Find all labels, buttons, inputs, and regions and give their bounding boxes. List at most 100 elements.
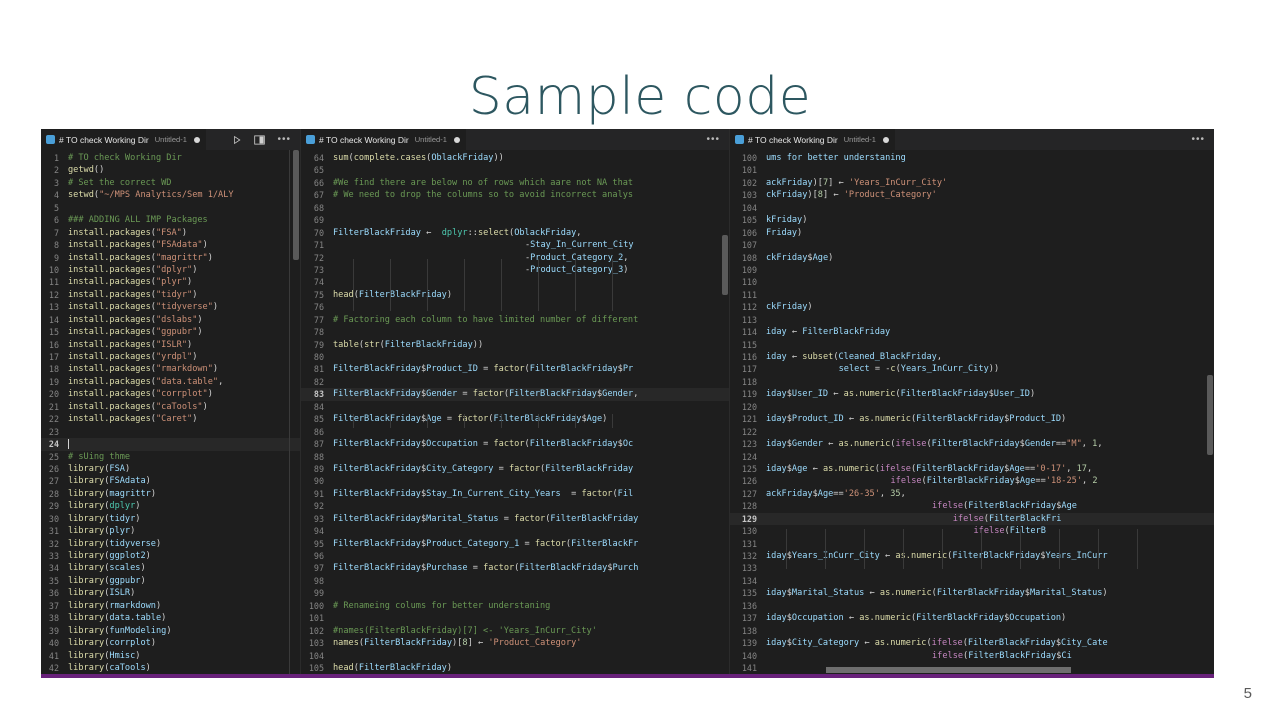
code-line[interactable]: 130 ifelse(FilterB	[730, 525, 1214, 537]
code-line[interactable]: 105 kFriday)	[730, 214, 1214, 226]
code-line[interactable]: 18 install.packages("rmarkdown")	[41, 363, 300, 375]
code-line[interactable]: 5	[41, 202, 300, 214]
code-line[interactable]: 110	[730, 276, 1214, 288]
code-line[interactable]: 12 install.packages("tidyr")	[41, 289, 300, 301]
code-line[interactable]: 114 iday ← FilterBlackFriday	[730, 326, 1214, 338]
code-line[interactable]: 115	[730, 339, 1214, 351]
code-line[interactable]: 34 library(scales)	[41, 562, 300, 574]
code-line[interactable]: 98	[301, 575, 729, 587]
code-line[interactable]: 17 install.packages("yrdpl")	[41, 351, 300, 363]
code-line[interactable]: 96	[301, 550, 729, 562]
code-line[interactable]: 101	[730, 164, 1214, 176]
code-line[interactable]: 94	[301, 525, 729, 537]
code-line[interactable]: 64 sum(complete.cases(OblackFriday))	[301, 152, 729, 164]
code-line[interactable]: 113	[730, 314, 1214, 326]
code-line[interactable]: 68	[301, 202, 729, 214]
code-line[interactable]: 8 install.packages("FSAdata")	[41, 239, 300, 251]
code-line[interactable]: 69	[301, 214, 729, 226]
code-line[interactable]: 125 iday$Age ← as.numeric(ifelse(FilterBl…	[730, 463, 1214, 475]
code-line[interactable]: 77 # Factoring each column to have limite…	[301, 314, 729, 326]
vertical-scrollbar-2[interactable]	[721, 150, 729, 674]
code-line[interactable]: 109	[730, 264, 1214, 276]
code-line[interactable]: 4 setwd("~/MPS Analytics/Sem 1/ALY	[41, 189, 300, 201]
code-line[interactable]: 73 -Product_Category_3)	[301, 264, 729, 276]
code-line[interactable]: 85 FilterBlackFriday$Age = factor(FilterB…	[301, 413, 729, 425]
code-line[interactable]: 91 FilterBlackFriday$Stay_In_Current_City…	[301, 488, 729, 500]
code-line[interactable]: 38 library(data.table)	[41, 612, 300, 624]
code-line[interactable]: 16 install.packages("ISLR")	[41, 339, 300, 351]
code-line[interactable]: 118	[730, 376, 1214, 388]
code-line[interactable]: 135 iday$Marital_Status ← as.numeric(Filt…	[730, 587, 1214, 599]
code-line[interactable]: 87 FilterBlackFriday$Occupation = factor(…	[301, 438, 729, 450]
code-line[interactable]: 116 iday ← subset(Cleaned_BlackFriday,	[730, 351, 1214, 363]
code-line[interactable]: 106 Friday)	[730, 227, 1214, 239]
more-actions-icon[interactable]: •••	[277, 134, 291, 144]
code-line[interactable]: 3 # Set the correct WD	[41, 177, 300, 189]
code-line[interactable]: 30 library(tidyr)	[41, 513, 300, 525]
code-line[interactable]: 92	[301, 500, 729, 512]
code-line[interactable]: 31 library(plyr)	[41, 525, 300, 537]
code-line[interactable]: 29 library(dplyr)	[41, 500, 300, 512]
code-line[interactable]: 131	[730, 538, 1214, 550]
code-line[interactable]: 95 FilterBlackFriday$Product_Category_1 =…	[301, 538, 729, 550]
code-line[interactable]: 19 install.packages("data.table",	[41, 376, 300, 388]
code-line[interactable]: 23	[41, 426, 300, 438]
code-line[interactable]: 128 ifelse(FilterBlackFriday$Age	[730, 500, 1214, 512]
code-line[interactable]: 93 FilterBlackFriday$Marital_Status = fac…	[301, 513, 729, 525]
code-line[interactable]: 27 library(FSAdata)	[41, 475, 300, 487]
code-line[interactable]: 112 ckFriday)	[730, 301, 1214, 313]
run-icon[interactable]	[232, 135, 242, 145]
code-line[interactable]: 66 #We find there are below no of rows wh…	[301, 177, 729, 189]
code-line[interactable]: 2 getwd()	[41, 164, 300, 176]
code-line[interactable]: 139 iday$City_Category ← as.numeric(ifels…	[730, 637, 1214, 649]
code-editor-1[interactable]: 1 # TO check Working Dir 2 getwd() 3 # Set th…	[41, 150, 300, 674]
unsaved-dot-icon[interactable]	[882, 136, 889, 143]
code-line[interactable]: 100 ums for better understaning	[730, 152, 1214, 164]
code-line[interactable]: 40 library(corrplot)	[41, 637, 300, 649]
code-line[interactable]: 102 #names(FilterBlackFriday)[7] <- 'Year…	[301, 625, 729, 637]
code-line[interactable]: 21 install.packages("caTools")	[41, 401, 300, 413]
code-line[interactable]: 101	[301, 612, 729, 624]
code-line[interactable]: 97 FilterBlackFriday$Purchase = factor(Fi…	[301, 562, 729, 574]
code-line[interactable]: 14 install.packages("dslabs")	[41, 314, 300, 326]
code-line[interactable]: 11 install.packages("plyr")	[41, 276, 300, 288]
code-line[interactable]: 121 iday$Product_ID ← as.numeric(FilterBl…	[730, 413, 1214, 425]
code-line[interactable]: 20 install.packages("corrplot")	[41, 388, 300, 400]
code-line[interactable]: 90	[301, 475, 729, 487]
code-line[interactable]: 67 # We need to drop the columns so to av…	[301, 189, 729, 201]
code-line[interactable]: 89 FilterBlackFriday$City_Category = fact…	[301, 463, 729, 475]
code-line[interactable]: 102 ackFriday)[7] ← 'Years_InCurr_City'	[730, 177, 1214, 189]
code-line[interactable]: 108 ckFriday$Age)	[730, 252, 1214, 264]
code-line[interactable]: 26 library(FSA)	[41, 463, 300, 475]
code-editor-3[interactable]: 100 ums for better understaning 101 102 ackF…	[730, 150, 1214, 674]
code-line[interactable]: 99	[301, 587, 729, 599]
more-actions-icon[interactable]: •••	[706, 134, 720, 144]
code-line[interactable]: 133	[730, 562, 1214, 574]
code-line[interactable]: 104	[730, 202, 1214, 214]
code-editor-2[interactable]: 64 sum(complete.cases(OblackFriday)) 65 66 #…	[301, 150, 729, 674]
code-line[interactable]: 117 select = -c(Years_InCurr_City))	[730, 363, 1214, 375]
code-line[interactable]: 25 # sUing thme	[41, 451, 300, 463]
vertical-scrollbar-3[interactable]	[1206, 150, 1214, 674]
code-line[interactable]: 78	[301, 326, 729, 338]
code-line[interactable]: 13 install.packages("tidyverse")	[41, 301, 300, 313]
code-line[interactable]: 122	[730, 426, 1214, 438]
code-line[interactable]: 127 ackFriday$Age=='26-35', 35,	[730, 488, 1214, 500]
code-line[interactable]: 137 iday$Occupation ← as.numeric(FilterBl…	[730, 612, 1214, 624]
code-line[interactable]: 10 install.packages("dplyr")	[41, 264, 300, 276]
code-line[interactable]: 75 head(FilterBlackFriday)	[301, 289, 729, 301]
code-line[interactable]: 107	[730, 239, 1214, 251]
code-line[interactable]: 129 ifelse(FilterBlackFri	[730, 512, 1214, 526]
code-line[interactable]: 104	[301, 650, 729, 662]
code-line[interactable]: 119 iday$User_ID ← as.numeric(FilterBlack…	[730, 388, 1214, 400]
more-actions-icon[interactable]: •••	[1191, 134, 1205, 144]
unsaved-dot-icon[interactable]	[193, 136, 200, 143]
code-line[interactable]: 70 FilterBlackFriday ← dplyr::select(Obla…	[301, 227, 729, 239]
code-line[interactable]: 123 iday$Gender ← as.numeric(ifelse(Filte…	[730, 438, 1214, 450]
code-line[interactable]: 71 -Stay_In_Current_City	[301, 239, 729, 251]
code-line[interactable]: 1 # TO check Working Dir	[41, 152, 300, 164]
code-line[interactable]: 9 install.packages("magrittr")	[41, 252, 300, 264]
code-line[interactable]: 37 library(rmarkdown)	[41, 600, 300, 612]
code-line[interactable]: 83 FilterBlackFriday$Gender = factor(Filt…	[301, 388, 729, 401]
code-line[interactable]: 76	[301, 301, 729, 313]
